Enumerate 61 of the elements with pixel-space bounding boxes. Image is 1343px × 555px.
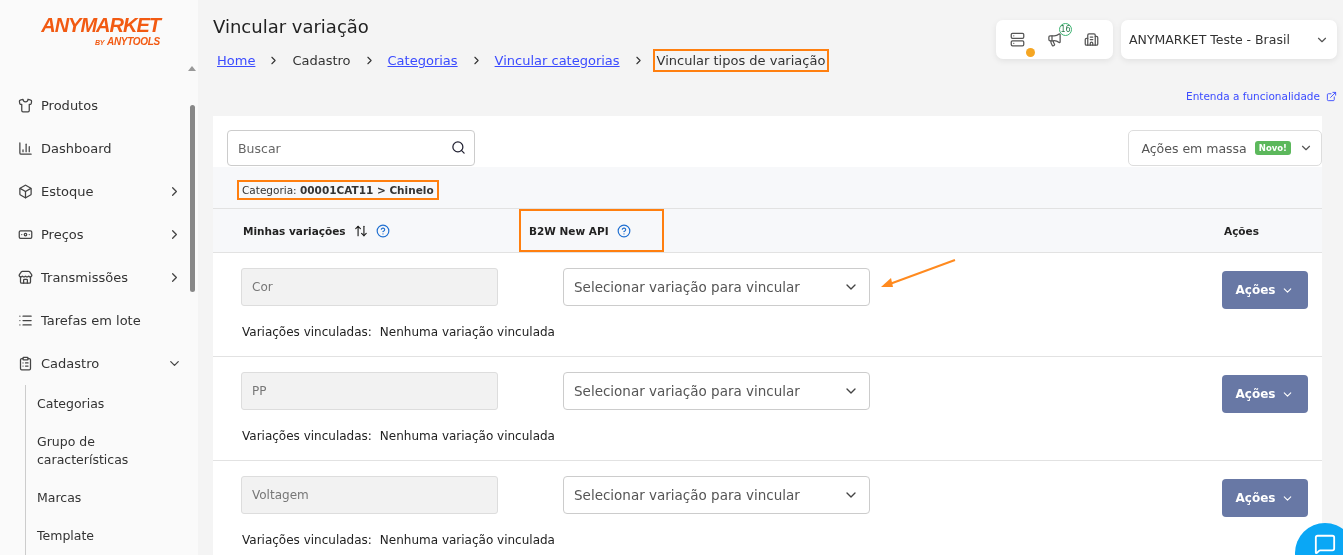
breadcrumb-text: Vincular tipos de variação (652, 49, 830, 72)
variation-name-field[interactable]: Cor (241, 268, 498, 306)
help-link[interactable]: Entenda a funcionalidade (1186, 90, 1320, 102)
search-icon[interactable] (451, 140, 466, 155)
search-field[interactable]: Buscar (227, 130, 475, 166)
server-icon[interactable] (1010, 32, 1025, 47)
list-icon (18, 313, 33, 328)
banknote-icon (18, 227, 33, 242)
scroll-up-icon[interactable] (188, 66, 196, 71)
breadcrumb-link[interactable]: Home (213, 49, 260, 72)
linked-variations-label: Variações vinculadas: (242, 428, 372, 445)
variation-name-field[interactable]: Voltagem (241, 476, 498, 514)
notification-count: 16 (1059, 23, 1072, 36)
sort-icon[interactable] (353, 223, 368, 238)
linked-variations-label: Variações vinculadas: (242, 324, 372, 341)
column-header: Minhas variações (243, 224, 346, 237)
sidebar-item[interactable]: Cadastro (41, 356, 159, 371)
variation-select[interactable]: Selecionar variação para vincular (563, 372, 870, 410)
logo-text: ANYMARKET (41, 14, 160, 36)
help-icon[interactable] (616, 223, 631, 238)
column-header: Ações (1224, 224, 1259, 237)
variation-name-field[interactable]: PP (241, 372, 498, 410)
external-link-icon[interactable] (1326, 90, 1337, 102)
box-icon (18, 184, 33, 199)
actions-button[interactable]: Ações (1222, 271, 1308, 309)
megaphone-icon[interactable] (1047, 32, 1062, 47)
sidebar-item[interactable]: Transmissões (41, 270, 159, 285)
sidebar-item[interactable]: Dashboard (41, 141, 182, 156)
shirt-icon (18, 98, 33, 113)
breadcrumb-link[interactable]: Categorias (383, 49, 462, 72)
sidebar-subitem[interactable]: Template (26, 517, 176, 555)
linked-variations-value: Nenhuma variação vinculada (379, 324, 555, 341)
actions-button[interactable]: Ações (1222, 375, 1308, 413)
sidebar-subitem[interactable]: Grupo de características (26, 423, 176, 479)
sidebar-item[interactable]: Tarefas em lote (41, 313, 182, 328)
page-title: Vincular variação (213, 16, 370, 37)
store-icon (18, 270, 33, 285)
linked-variations-label: Variações vinculadas: (242, 532, 372, 549)
linked-variations-value: Nenhuma variação vinculada (379, 532, 555, 549)
sidebar-subitem[interactable]: Categorias (26, 385, 176, 423)
scrollbar-thumb[interactable] (190, 105, 195, 292)
new-badge: Novo! (1254, 141, 1291, 155)
linked-variations-value: Nenhuma variação vinculada (379, 428, 555, 445)
help-icon[interactable] (375, 223, 390, 238)
bulk-actions-dropdown[interactable]: Ações em massa Novo! (1128, 130, 1322, 166)
breadcrumb-link[interactable]: Vincular categorias (490, 49, 624, 72)
actions-button[interactable]: Ações (1222, 479, 1308, 517)
sidebar-subitem[interactable]: Marcas (26, 479, 176, 517)
chat-icon (1314, 533, 1336, 555)
variation-select[interactable]: Selecionar variação para vincular (563, 476, 870, 514)
sidebar-item[interactable]: Produtos (41, 98, 182, 113)
column-header: B2W New API (529, 224, 609, 237)
breadcrumb-text: Cadastro (291, 52, 352, 70)
sidebar-item[interactable]: Preços (41, 227, 159, 242)
clipboard-icon (18, 356, 33, 371)
sidebar-item[interactable]: Estoque (41, 184, 159, 199)
category-path: Categoria: 00001CAT11 > Chinelo (237, 180, 439, 200)
account-select[interactable]: ANYMARKET Teste - Brasil (1121, 20, 1337, 59)
building-icon[interactable] (1084, 32, 1099, 47)
bar-chart-icon (18, 141, 33, 156)
warning-dot (1026, 48, 1035, 57)
